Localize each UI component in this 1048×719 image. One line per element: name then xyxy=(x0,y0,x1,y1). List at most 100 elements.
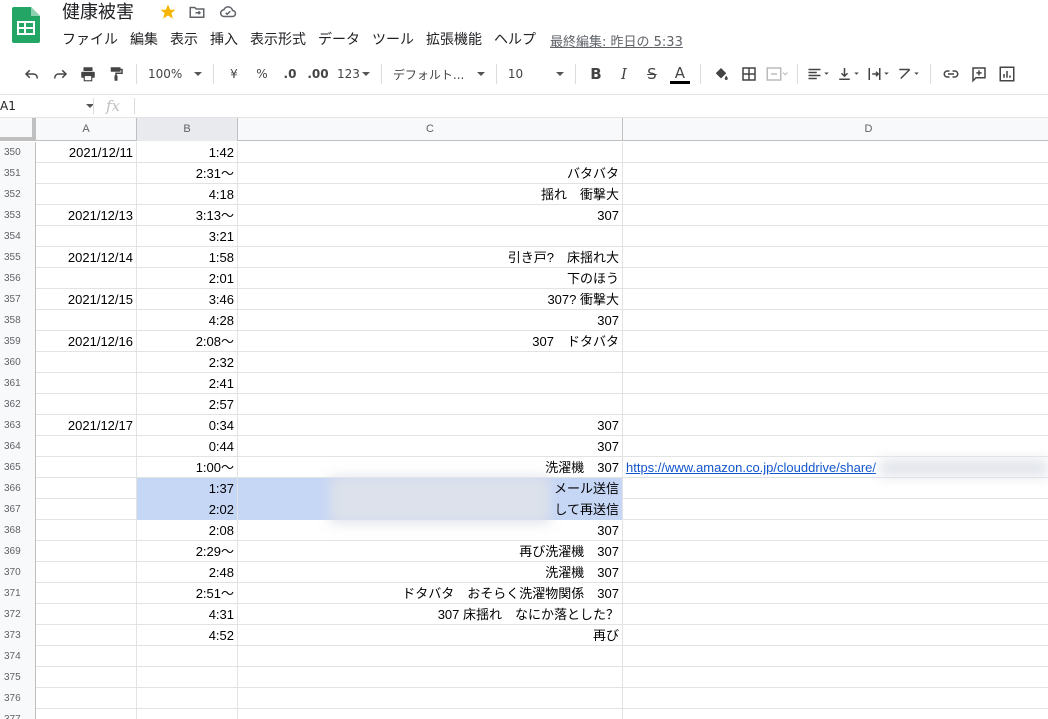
cell-a[interactable] xyxy=(36,625,137,646)
cell-c[interactable]: 引き戸? 床揺れ大 xyxy=(238,247,623,268)
cell-c[interactable] xyxy=(238,667,623,688)
cell-d[interactable] xyxy=(623,688,1048,709)
menu-extensions[interactable]: 拡張機能 xyxy=(420,28,488,52)
row-header[interactable]: 357 xyxy=(0,289,36,310)
cell-c[interactable]: 307 xyxy=(238,415,623,436)
cell-c[interactable] xyxy=(238,709,623,719)
cell-d[interactable] xyxy=(623,520,1048,541)
increase-decimal-button[interactable]: .00 xyxy=(305,60,331,88)
cell-b[interactable]: 4:28 xyxy=(137,310,238,331)
menu-data[interactable]: データ xyxy=(312,28,366,52)
cell-b[interactable]: 3:21 xyxy=(137,226,238,247)
menu-edit[interactable]: 編集 xyxy=(124,28,164,52)
row-header[interactable]: 373 xyxy=(0,625,36,646)
cell-c[interactable] xyxy=(238,688,623,709)
cell-d[interactable] xyxy=(623,478,1048,499)
cell-d[interactable] xyxy=(623,289,1048,310)
cell-d[interactable] xyxy=(623,142,1048,163)
row-header[interactable]: 376 xyxy=(0,688,36,709)
cell-d[interactable] xyxy=(623,436,1048,457)
cell-c[interactable]: 307 xyxy=(238,310,623,331)
italic-button[interactable]: I xyxy=(611,60,637,88)
document-title[interactable]: 健康被害 xyxy=(62,2,134,24)
cell-a[interactable] xyxy=(36,541,137,562)
cell-a[interactable]: 2021/12/17 xyxy=(36,415,137,436)
cell-a[interactable] xyxy=(36,646,137,667)
print-icon[interactable] xyxy=(75,60,101,88)
menu-help[interactable]: ヘルプ xyxy=(488,28,542,52)
cell-a[interactable] xyxy=(36,268,137,289)
cell-d[interactable] xyxy=(623,709,1048,719)
row-header[interactable]: 364 xyxy=(0,436,36,457)
cell-a[interactable] xyxy=(36,583,137,604)
row-header[interactable]: 361 xyxy=(0,373,36,394)
cell-a[interactable] xyxy=(36,478,137,499)
cell-c[interactable]: 洗濯機 307 xyxy=(238,562,623,583)
cell-b[interactable]: 0:44 xyxy=(137,436,238,457)
merge-cells-icon[interactable] xyxy=(764,60,790,88)
cell-a[interactable] xyxy=(36,373,137,394)
cell-a[interactable]: 2021/12/15 xyxy=(36,289,137,310)
column-header-d[interactable]: D xyxy=(623,118,1048,141)
column-header-c[interactable]: C xyxy=(238,118,623,141)
text-wrapping-icon[interactable] xyxy=(865,60,893,88)
menu-view[interactable]: 表示 xyxy=(164,28,204,52)
cell-a[interactable] xyxy=(36,436,137,457)
paint-format-icon[interactable] xyxy=(103,60,129,88)
cell-c[interactable]: 307? 衝撃大 xyxy=(238,289,623,310)
cell-c[interactable]: ドタバタ おそらく洗濯物関係 307 xyxy=(238,583,623,604)
column-header-a[interactable]: A xyxy=(36,118,137,141)
cell-c[interactable]: 再び xyxy=(238,625,623,646)
name-box[interactable]: A1 xyxy=(0,95,92,117)
row-header[interactable]: 359 xyxy=(0,331,36,352)
cell-c[interactable] xyxy=(238,394,623,415)
horizontal-align-icon[interactable] xyxy=(805,60,833,88)
cell-b[interactable]: 2:48 xyxy=(137,562,238,583)
cell-a[interactable] xyxy=(36,604,137,625)
cell-b[interactable]: 1:58 xyxy=(137,247,238,268)
row-header[interactable]: 375 xyxy=(0,667,36,688)
cell-d[interactable] xyxy=(623,394,1048,415)
star-icon[interactable] xyxy=(158,2,178,22)
currency-format-button[interactable]: ¥ xyxy=(221,60,247,88)
cell-b[interactable]: 0:34 xyxy=(137,415,238,436)
cell-a[interactable] xyxy=(36,310,137,331)
cell-a[interactable] xyxy=(36,394,137,415)
row-header[interactable]: 374 xyxy=(0,646,36,667)
cell-d[interactable] xyxy=(623,205,1048,226)
cell-a[interactable] xyxy=(36,667,137,688)
cell-a[interactable] xyxy=(36,709,137,719)
insert-comment-icon[interactable] xyxy=(966,60,992,88)
strikethrough-button[interactable]: S xyxy=(639,60,665,88)
row-header[interactable]: 352 xyxy=(0,184,36,205)
cell-d[interactable] xyxy=(623,310,1048,331)
decrease-decimal-button[interactable]: .0 xyxy=(277,60,303,88)
cell-c[interactable]: 307 xyxy=(238,436,623,457)
text-rotation-icon[interactable] xyxy=(895,60,923,88)
row-header[interactable]: 369 xyxy=(0,541,36,562)
cell-c[interactable] xyxy=(238,646,623,667)
cell-b[interactable] xyxy=(137,709,238,719)
cell-c[interactable]: バタバタ xyxy=(238,163,623,184)
last-edit-link[interactable]: 最終編集: 昨日の 5:33 xyxy=(550,31,683,50)
row-header[interactable]: 365 xyxy=(0,457,36,478)
cell-d[interactable] xyxy=(623,184,1048,205)
menu-format[interactable]: 表示形式 xyxy=(244,28,312,52)
row-header[interactable]: 360 xyxy=(0,352,36,373)
cell-b[interactable]: 2:41 xyxy=(137,373,238,394)
borders-icon[interactable] xyxy=(736,60,762,88)
cell-b[interactable]: 2:01 xyxy=(137,268,238,289)
redo-icon[interactable] xyxy=(47,60,73,88)
cell-a[interactable] xyxy=(36,499,137,520)
select-all-corner[interactable] xyxy=(0,118,36,141)
insert-chart-icon[interactable] xyxy=(994,60,1020,88)
cell-d[interactable] xyxy=(623,268,1048,289)
cell-a[interactable] xyxy=(36,688,137,709)
cell-b[interactable]: 1:00～ xyxy=(137,457,238,478)
cell-c[interactable]: 307 xyxy=(238,205,623,226)
row-header[interactable]: 354 xyxy=(0,226,36,247)
column-header-b[interactable]: B xyxy=(137,118,238,141)
row-header[interactable]: 366 xyxy=(0,478,36,499)
cell-a[interactable] xyxy=(36,184,137,205)
cell-a[interactable] xyxy=(36,457,137,478)
